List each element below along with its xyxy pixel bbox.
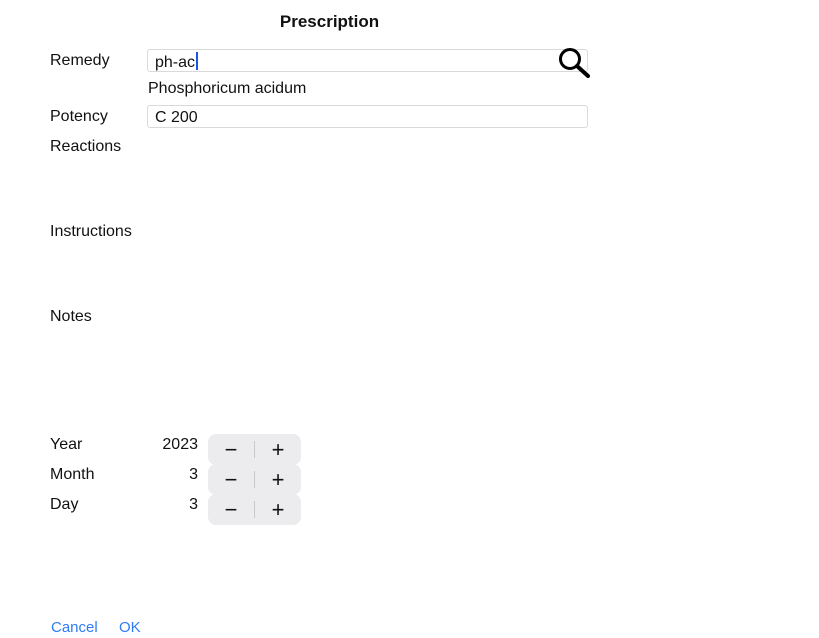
month-stepper: − + <box>208 464 301 495</box>
day-label: Day <box>50 496 79 513</box>
year-increment-button[interactable]: + <box>255 434 301 465</box>
remedy-label: Remedy <box>50 52 110 69</box>
year-value: 2023 <box>162 436 198 453</box>
month-decrement-button[interactable]: − <box>208 464 254 495</box>
day-stepper: − + <box>208 494 301 525</box>
year-stepper: − + <box>208 434 301 465</box>
page-title: Prescription <box>279 12 380 31</box>
year-label: Year <box>50 436 83 453</box>
remedy-input-value: ph-ac <box>155 54 196 71</box>
notes-label: Notes <box>50 308 92 325</box>
remedy-input[interactable]: ph-ac <box>147 49 588 72</box>
text-cursor <box>196 52 199 70</box>
day-decrement-button[interactable]: − <box>208 494 254 525</box>
month-increment-button[interactable]: + <box>255 464 301 495</box>
prescription-dialog: Prescription Remedy ph-ac Phosphoricum a… <box>0 0 819 638</box>
year-decrement-button[interactable]: − <box>208 434 254 465</box>
month-value: 3 <box>189 466 198 483</box>
day-value: 3 <box>189 496 198 513</box>
potency-label: Potency <box>50 108 108 125</box>
instructions-label: Instructions <box>50 223 132 240</box>
ok-button[interactable]: OK <box>119 619 141 636</box>
potency-input-value: C 200 <box>155 109 198 126</box>
potency-input[interactable]: C 200 <box>147 105 588 128</box>
reactions-label: Reactions <box>50 138 122 155</box>
month-label: Month <box>50 466 95 483</box>
remedy-match-text: Phosphoricum acidum <box>148 80 307 97</box>
search-icon[interactable] <box>556 46 590 78</box>
cancel-button[interactable]: Cancel <box>51 619 98 636</box>
day-increment-button[interactable]: + <box>255 494 301 525</box>
